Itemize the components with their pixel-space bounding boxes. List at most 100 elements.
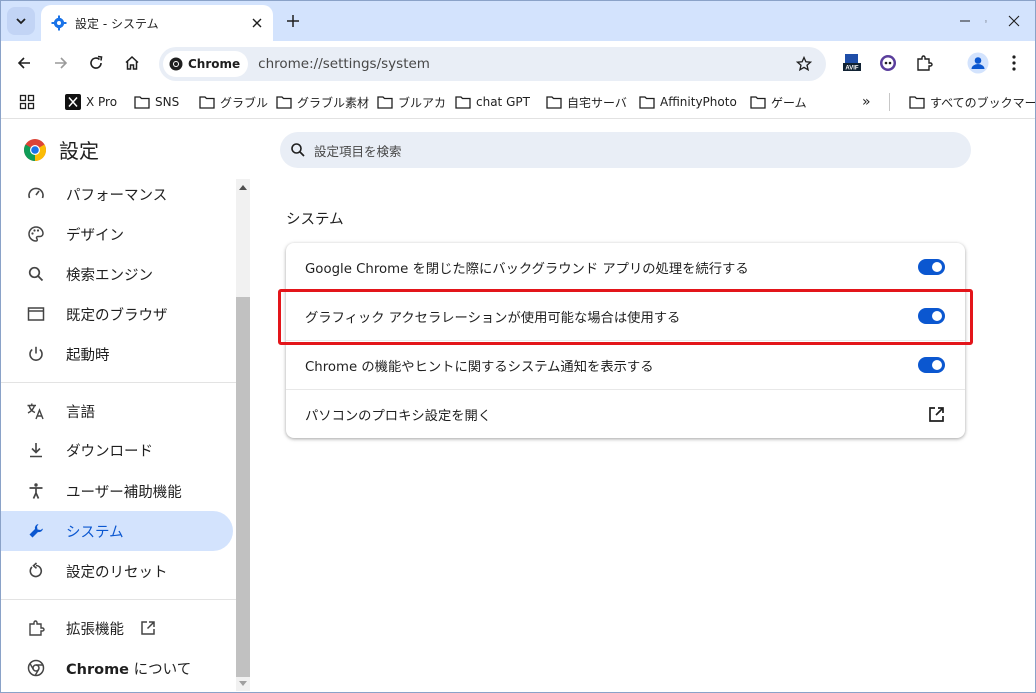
apps-button[interactable] xyxy=(19,92,35,112)
close-tab-button[interactable] xyxy=(247,13,267,33)
gear-icon xyxy=(51,15,67,31)
reload-icon xyxy=(90,55,103,69)
folder-icon xyxy=(455,96,471,109)
browser-window-icon xyxy=(25,303,47,325)
bookmark-folder[interactable]: AffinityPhoto xyxy=(639,92,737,112)
bookmark-folder[interactable]: SNS xyxy=(134,92,179,112)
bookmark-folder[interactable]: グラブル素材 xyxy=(276,92,369,112)
chrome-bold-label: Chrome xyxy=(66,661,130,678)
bookmark-label: X Pro xyxy=(86,95,118,109)
setting-row-proxy-settings[interactable]: パソコンのプロキシ設定を開く xyxy=(286,390,965,438)
scroll-up-button[interactable] xyxy=(236,180,250,194)
bookmarks-bar: X Pro SNS グラブル グラブル素材 ブルアカ chat GPT 自宅サー… xyxy=(1,85,1036,119)
open-in-new-icon[interactable] xyxy=(925,403,947,425)
bookmark-folder[interactable]: グラブル xyxy=(199,92,268,112)
bookmark-folder[interactable]: ブルアカ xyxy=(377,92,446,112)
sidebar-scrollbar-thumb[interactable] xyxy=(236,297,250,677)
translate-icon xyxy=(25,400,47,422)
tab-title: 設定 - システム xyxy=(75,16,159,31)
url-text[interactable]: chrome://settings/system xyxy=(258,56,790,72)
reset-icon xyxy=(25,560,47,582)
face-extension-button[interactable] xyxy=(875,50,901,76)
avif-extension-button[interactable]: AVIF xyxy=(839,50,865,76)
sidebar-item-design[interactable]: デザイン xyxy=(1,214,233,254)
sidebar-item-label: 設定のリセット xyxy=(66,564,168,581)
maximize-icon xyxy=(985,20,987,22)
sidebar-item-extensions[interactable]: 拡張機能 xyxy=(1,608,233,648)
bookmark-folder[interactable]: chat GPT xyxy=(455,92,530,112)
tab-strip: 設定 - システム xyxy=(1,1,1035,41)
maximize-icon-wrap[interactable] xyxy=(947,7,987,35)
bookmark-label: グラブル素材 xyxy=(297,95,370,110)
bookmark-folder[interactable]: 自宅サーバ xyxy=(546,92,627,112)
speedometer-icon xyxy=(25,183,47,205)
bookmark-label: ブルアカ xyxy=(398,95,447,110)
sidebar-item-label: 言語 xyxy=(66,404,95,421)
all-bookmarks-button[interactable]: すべてのブックマーク xyxy=(909,92,1036,112)
sidebar-item-languages[interactable]: 言語 xyxy=(1,391,233,431)
tab-search-button[interactable] xyxy=(7,7,35,35)
sidebar-item-label: 既定のブラウザ xyxy=(66,307,168,324)
forward-button[interactable] xyxy=(47,49,75,77)
address-bar[interactable]: Chrome chrome://settings/system xyxy=(159,47,826,81)
sidebar-item-reset-settings[interactable]: 設定のリセット xyxy=(1,551,233,591)
sidebar-item-default-browser[interactable]: 既定のブラウザ xyxy=(1,294,233,334)
sidebar-divider xyxy=(1,599,236,600)
extensions-menu-button[interactable] xyxy=(911,50,937,76)
page-title: 設定 xyxy=(59,139,99,163)
search-icon xyxy=(25,263,47,285)
setting-row-background-apps[interactable]: Google Chrome を閉じた際にバックグラウンド アプリの処理を続行する xyxy=(286,243,965,291)
back-button[interactable] xyxy=(10,49,38,77)
folder-icon xyxy=(909,96,925,109)
site-info-chip[interactable]: Chrome xyxy=(163,51,249,77)
sidebar-item-downloads[interactable]: ダウンロード xyxy=(1,430,233,470)
search-placeholder: 設定項目を検索 xyxy=(314,143,402,159)
browser-window: 設定 - システム Chrome chrome://settings/syste… xyxy=(0,0,1036,693)
profile-button[interactable] xyxy=(965,50,991,76)
sidebar-item-system[interactable]: システム xyxy=(1,511,233,551)
scroll-down-button[interactable] xyxy=(236,677,250,691)
bookmark-star-button[interactable] xyxy=(790,50,818,78)
sidebar-item-about-chrome[interactable]: Chrome について xyxy=(1,648,233,688)
bookmark-folder[interactable]: ゲーム xyxy=(750,92,807,112)
arrow-left-icon xyxy=(17,57,30,69)
section-title: システム xyxy=(286,212,344,228)
hardware-acceleration-toggle[interactable] xyxy=(918,308,945,324)
plus-icon xyxy=(287,15,299,27)
setting-row-system-notifications[interactable]: Chrome の機能やヒントに関するシステム通知を表示する xyxy=(286,341,965,389)
sidebar-item-label: 検索エンジン xyxy=(66,267,153,284)
site-chip-label: Chrome xyxy=(188,57,241,71)
bookmark-item[interactable]: X Pro xyxy=(65,92,117,112)
close-window-button[interactable] xyxy=(994,7,1034,35)
setting-label: Chrome の機能やヒントに関するシステム通知を表示する xyxy=(305,359,654,375)
apps-grid-icon xyxy=(19,94,35,110)
wrench-icon xyxy=(25,520,47,542)
tab-settings-system[interactable]: 設定 - システム xyxy=(41,5,273,41)
bookmarks-overflow-button[interactable]: » xyxy=(862,92,871,112)
setting-row-hardware-acceleration[interactable]: グラフィック アクセラレーションが使用可能な場合は使用する xyxy=(286,292,965,340)
reload-button[interactable] xyxy=(82,49,110,77)
sidebar-item-label: ユーザー補助機能 xyxy=(66,484,182,501)
about-label: について xyxy=(129,661,192,678)
sidebar-item-performance[interactable]: パフォーマンス xyxy=(1,174,233,214)
background-apps-toggle[interactable] xyxy=(918,259,945,275)
bookmark-label: すべてのブックマーク xyxy=(930,95,1036,110)
home-button[interactable] xyxy=(118,49,146,77)
star-icon xyxy=(796,56,812,72)
bookmark-label: ゲーム xyxy=(771,95,807,110)
settings-search-input[interactable]: 設定項目を検索 xyxy=(280,132,971,168)
toolbar: Chrome chrome://settings/system AVIF xyxy=(1,41,1035,85)
toggle-knob xyxy=(932,262,942,272)
folder-icon xyxy=(546,96,562,109)
chrome-menu-button[interactable] xyxy=(1001,50,1027,76)
sidebar-item-label: デザイン xyxy=(66,227,124,244)
new-tab-button[interactable] xyxy=(281,9,305,33)
sidebar-item-on-startup[interactable]: 起動時 xyxy=(1,334,233,374)
close-icon xyxy=(252,18,262,28)
sidebar-item-search-engine[interactable]: 検索エンジン xyxy=(1,254,233,294)
bookmark-label: AffinityPhoto xyxy=(660,95,737,109)
sidebar-item-accessibility[interactable]: ユーザー補助機能 xyxy=(1,471,233,511)
bookmark-label: 自宅サーバ xyxy=(567,95,627,110)
avatar-icon xyxy=(967,52,989,74)
system-notifications-toggle[interactable] xyxy=(918,357,945,373)
